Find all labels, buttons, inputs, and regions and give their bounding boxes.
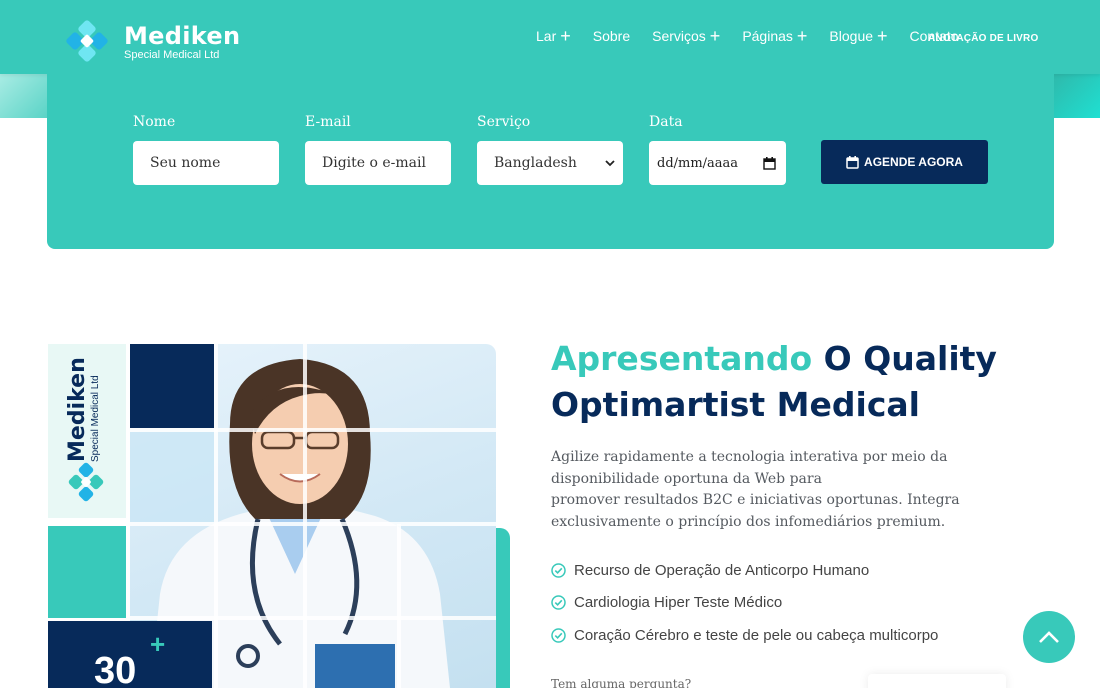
stat-number: 30 — [94, 650, 137, 688]
nav-item-paginas[interactable]: Páginas + — [742, 26, 808, 46]
grid-divider — [397, 524, 401, 688]
service-selected-value: Bangladesh — [494, 155, 577, 171]
name-field-group: Nome Seu nome — [133, 114, 279, 185]
chevron-up-icon — [1039, 631, 1059, 643]
name-input[interactable]: Seu nome — [133, 141, 279, 185]
stat-plus: + — [150, 629, 166, 659]
scroll-to-top-button[interactable] — [1023, 611, 1075, 663]
grid-divider — [214, 344, 218, 688]
date-field-group: Data dd/mm/aaaa — [649, 114, 786, 185]
service-select[interactable]: Bangladesh — [477, 141, 623, 185]
nav-item-sobre[interactable]: Sobre — [593, 28, 630, 44]
mediken-logo-icon — [68, 462, 104, 502]
light-tile — [130, 432, 214, 522]
email-field-group: E-mail Digite o e-mail — [305, 114, 451, 185]
check-circle-icon — [551, 563, 566, 578]
feature-item: Coração Cérebro e teste de pele ou cabeç… — [551, 619, 938, 652]
hero-image-left — [0, 74, 48, 118]
email-input[interactable]: Digite o e-mail — [305, 141, 451, 185]
grid-divider — [48, 522, 496, 526]
contact-card — [868, 674, 1006, 688]
about-image-collage: Mediken Special Medical Ltd 30 + — [48, 344, 510, 688]
grid-divider — [303, 344, 307, 688]
experience-stat: 30 + — [48, 621, 212, 688]
nav-label: Sobre — [592, 28, 631, 44]
description-line: promover resultados B2C e iniciativas op… — [551, 492, 960, 530]
plus-icon: + — [709, 26, 721, 46]
feature-list: Recurso de Operação de Anticorpo Humano … — [551, 554, 938, 652]
feature-item: Recurso de Operação de Anticorpo Humano — [551, 554, 938, 587]
chevron-down-icon — [605, 160, 615, 167]
brand-name: Mediken — [124, 22, 241, 50]
date-placeholder: dd/mm/aaaa — [657, 155, 739, 171]
navy-tile — [130, 344, 214, 428]
feature-text: Cardiologia Hiper Teste Médico — [574, 594, 783, 612]
nav-label: Serviços — [652, 28, 706, 44]
nav-item-lar[interactable]: Lar + — [536, 26, 571, 46]
brand-name: Mediken — [65, 357, 90, 462]
calendar-icon — [846, 155, 859, 169]
teal-tile — [48, 526, 126, 618]
grid-divider — [130, 428, 496, 432]
page: Mediken Special Medical Ltd Lar + Sobre … — [0, 0, 1100, 688]
nav-item-servicos[interactable]: Serviços + — [652, 26, 721, 46]
book-now-button[interactable]: AGENDE AGORA — [821, 140, 988, 184]
main-nav: Lar + Sobre Serviços + Páginas + Blogue … — [536, 26, 981, 46]
site-logo[interactable]: Mediken Special Medical Ltd — [60, 20, 240, 64]
date-label: Data — [649, 114, 683, 130]
book-appointment-link[interactable]: ANOTAÇÃO DE LIVRO — [928, 33, 1038, 44]
nav-label: Blogue — [829, 28, 874, 44]
service-field-group: Serviço Bangladesh — [477, 114, 623, 185]
about-title: Apresentando O Quality Optimartist Medic… — [551, 336, 1031, 428]
hero-image-right — [1052, 74, 1100, 118]
brand-tagline: Special Medical Ltd — [124, 49, 220, 61]
feature-text: Recurso de Operação de Anticorpo Humano — [574, 561, 870, 579]
service-label: Serviço — [477, 114, 531, 130]
date-input[interactable]: dd/mm/aaaa — [649, 141, 786, 185]
question-text: Tem alguma pergunta? — [551, 677, 692, 688]
site-header: Mediken Special Medical Ltd Lar + Sobre … — [0, 0, 1100, 74]
nav-label: Páginas — [742, 28, 793, 44]
description-line: Agilize rapidamente a tecnologia interat… — [551, 449, 948, 487]
calendar-icon — [763, 156, 776, 170]
about-description: Agilize rapidamente a tecnologia interat… — [551, 447, 1041, 533]
nav-label: Lar — [536, 28, 557, 44]
mediken-logo-icon — [60, 20, 116, 64]
plus-icon: + — [560, 26, 571, 46]
nav-item-blogue[interactable]: Blogue + — [829, 26, 888, 46]
vertical-logo-tile: Mediken Special Medical Ltd — [48, 344, 126, 518]
plus-icon: + — [877, 26, 888, 46]
check-circle-icon — [551, 595, 566, 610]
name-label: Nome — [133, 114, 176, 130]
book-now-label: AGENDE AGORA — [864, 155, 963, 169]
grid-divider — [130, 616, 496, 620]
check-circle-icon — [551, 628, 566, 643]
plus-icon: + — [796, 26, 808, 46]
appointment-form: Nome Seu nome E-mail Digite o e-mail Ser… — [47, 74, 1054, 249]
vertical-logo-text: Mediken Special Medical Ltd — [65, 357, 101, 462]
feature-item: Cardiologia Hiper Teste Médico — [551, 587, 938, 620]
title-highlight: Apresentando — [551, 339, 813, 378]
feature-text: Coração Cérebro e teste de pele ou cabeç… — [574, 626, 939, 644]
brand-tagline: Special Medical Ltd — [90, 375, 101, 462]
email-label: E-mail — [305, 114, 351, 130]
